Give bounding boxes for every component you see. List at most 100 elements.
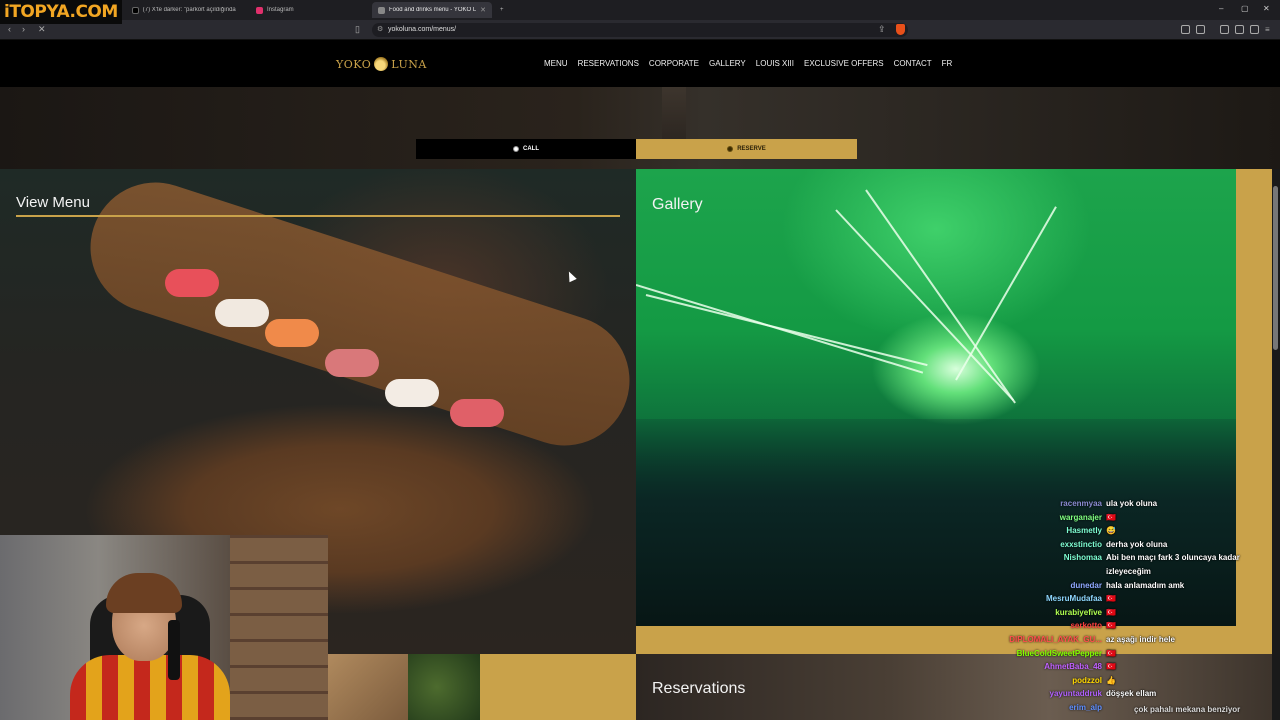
sushi-piece <box>385 379 439 407</box>
microphone <box>168 620 180 680</box>
nav-louis-xiii[interactable]: LOUIS XIII <box>756 59 794 68</box>
sushi-piece <box>215 299 269 327</box>
brand-right: LUNA <box>391 57 427 71</box>
tab-yokoluna[interactable]: Food and drinks menu - YOKO L ✕ <box>372 2 492 18</box>
chat-message: 🇹🇷 <box>1106 621 1116 631</box>
chat-line: podzzol 👍 <box>990 674 1276 688</box>
site-info-icon[interactable]: ⚙ <box>377 23 383 37</box>
chat-message: Abi ben maçı fark 3 oluncaya kadar <box>1106 553 1240 563</box>
tab-x[interactable]: (7) X'te darker: "parkort açıldığında <box>126 2 244 18</box>
chat-message: döşşek ellam <box>1106 689 1157 699</box>
reserve-label: RESERVE <box>737 146 766 152</box>
chat-message: ula yok oluna <box>1106 499 1158 508</box>
sushi-piece <box>265 319 319 347</box>
chat-line: BlueColdSweetPepper 🇹🇷 <box>990 647 1276 661</box>
bookshelf <box>230 535 328 720</box>
chat-message: az aşağı indir hele <box>1106 634 1175 644</box>
chat-message: 🇹🇷 <box>1106 594 1116 604</box>
back-icon[interactable]: ‹ <box>8 24 11 34</box>
chat-username: BlueColdSweetPepper <box>1016 648 1102 658</box>
call-label: CALL <box>523 146 539 152</box>
nav-gallery[interactable]: GALLERY <box>709 59 746 68</box>
chat-username: kurabiyefive <box>1055 607 1102 617</box>
screen: (7) X'te darker: "parkort açıldığında In… <box>0 0 1280 720</box>
tab-instagram[interactable]: Instagram <box>250 2 366 18</box>
chat-username: DIPLOMALI_AYAK_GU... <box>1009 634 1102 644</box>
nav-reservations[interactable]: RESERVATIONS <box>578 59 639 68</box>
reserve-button[interactable]: RESERVE <box>636 139 857 159</box>
maximize-button[interactable]: ▢ <box>1241 4 1249 13</box>
chat-message: 😅 <box>1106 526 1116 536</box>
sushi-piece <box>450 399 504 427</box>
extensions-icon[interactable] <box>1181 25 1190 34</box>
laser-beam <box>865 189 1016 404</box>
chat-line: AhmetBaba_48 🇹🇷 <box>990 660 1276 674</box>
laser-beam <box>835 209 1015 401</box>
forward-icon[interactable]: › <box>22 24 25 34</box>
close-tab-icon[interactable]: ✕ <box>480 6 486 14</box>
vpn-icon[interactable] <box>1250 25 1259 34</box>
menu-icon[interactable]: ≡ <box>1265 25 1274 34</box>
reservations-title[interactable]: Reservations <box>652 680 745 698</box>
new-tab-button[interactable]: + <box>494 2 510 18</box>
nav-corporate[interactable]: CORPORATE <box>649 59 699 68</box>
chat-line: dunedar hala anlamadım amk <box>990 579 1276 593</box>
chat-username: Nishomaa <box>1063 553 1102 563</box>
chat-message: 🇹🇷 <box>1106 662 1116 672</box>
minimize-button[interactable]: – <box>1219 4 1223 13</box>
stream-logo: iTOPYA.COM <box>0 0 122 24</box>
bookmark-icon[interactable]: ▯ <box>355 24 360 35</box>
tab-label: Instagram <box>267 7 294 13</box>
call-button[interactable]: CALL <box>416 139 636 159</box>
nav-language-fr[interactable]: FR <box>942 59 953 68</box>
chat-username <box>990 565 1106 579</box>
tab-label: Food and drinks menu - YOKO L <box>388 7 477 13</box>
chat-message: hala anlamadım amk <box>1106 580 1185 590</box>
main-nav: MENU RESERVATIONS CORPORATE GALLERY LOUI… <box>544 59 962 68</box>
chat-username: podzzol <box>1072 675 1102 685</box>
chat-line: MesruMudafaa 🇹🇷 <box>990 592 1276 606</box>
chat-line: serkotto 🇹🇷 <box>990 619 1276 633</box>
chat-message: izleyeceğim <box>1106 566 1151 576</box>
streamer-webcam <box>0 535 328 720</box>
moon-logo-icon <box>374 57 389 71</box>
site-logo[interactable]: YOKO LUNA <box>336 57 427 71</box>
nav-exclusive-offers[interactable]: EXCLUSIVE OFFERS <box>804 59 884 68</box>
chat-username: AhmetBaba_48 <box>1044 662 1102 672</box>
chat-line: yayuntaddruk döşşek ellam <box>990 687 1276 701</box>
stream-chat: racenmyaa ula yok oluna warganajer 🇹🇷 Hasmet… <box>990 497 1276 715</box>
sushi-piece <box>165 269 219 297</box>
chat-username: racenmyaa <box>1060 499 1102 508</box>
nav-menu[interactable]: MENU <box>544 59 568 68</box>
tab-label: (7) X'te darker: "parkort açıldığında <box>142 7 236 13</box>
chat-message: 👍 <box>1106 675 1116 685</box>
stop-icon[interactable]: ✕ <box>38 24 46 35</box>
media-icon[interactable] <box>1220 25 1229 34</box>
brave-shield-icon[interactable] <box>896 24 905 35</box>
scrollbar-thumb[interactable] <box>1273 186 1278 350</box>
chat-line: DIPLOMALI_AYAK_GU... az aşağı indir hele <box>990 633 1276 647</box>
call-icon <box>513 146 519 152</box>
close-window-button[interactable]: ✕ <box>1263 4 1270 13</box>
chat-message: 🇹🇷 <box>1106 648 1116 658</box>
gallery-title[interactable]: Gallery <box>652 196 703 214</box>
browser-tab-bar: (7) X'te darker: "parkort açıldığında In… <box>0 0 1280 20</box>
wallet-icon[interactable] <box>1196 25 1205 34</box>
nav-contact[interactable]: CONTACT <box>894 59 932 68</box>
page-favicon-icon <box>378 6 385 14</box>
gold-block <box>480 654 636 720</box>
chat-username: serkotto <box>1070 621 1102 631</box>
share-icon[interactable]: ⇪ <box>878 24 886 35</box>
chat-footer-message: çok pahalı mekana benziyor <box>1134 705 1241 714</box>
chat-line: racenmyaa ula yok oluna <box>990 497 1276 511</box>
reserve-icon <box>727 146 734 152</box>
sushi-piece <box>325 349 379 377</box>
laser-beam <box>955 206 1057 381</box>
brand-left: YOKO <box>336 57 372 71</box>
view-menu-title[interactable]: View Menu <box>16 194 90 211</box>
sidebar-icon[interactable] <box>1235 25 1244 34</box>
url-field[interactable]: ⚙ yokoluna.com/menus/ <box>372 23 908 37</box>
chat-username: erim_alp <box>1069 702 1102 712</box>
chat-line: warganajer 🇹🇷 <box>990 511 1276 525</box>
chat-line: Hasmetly 😅 <box>990 524 1276 538</box>
